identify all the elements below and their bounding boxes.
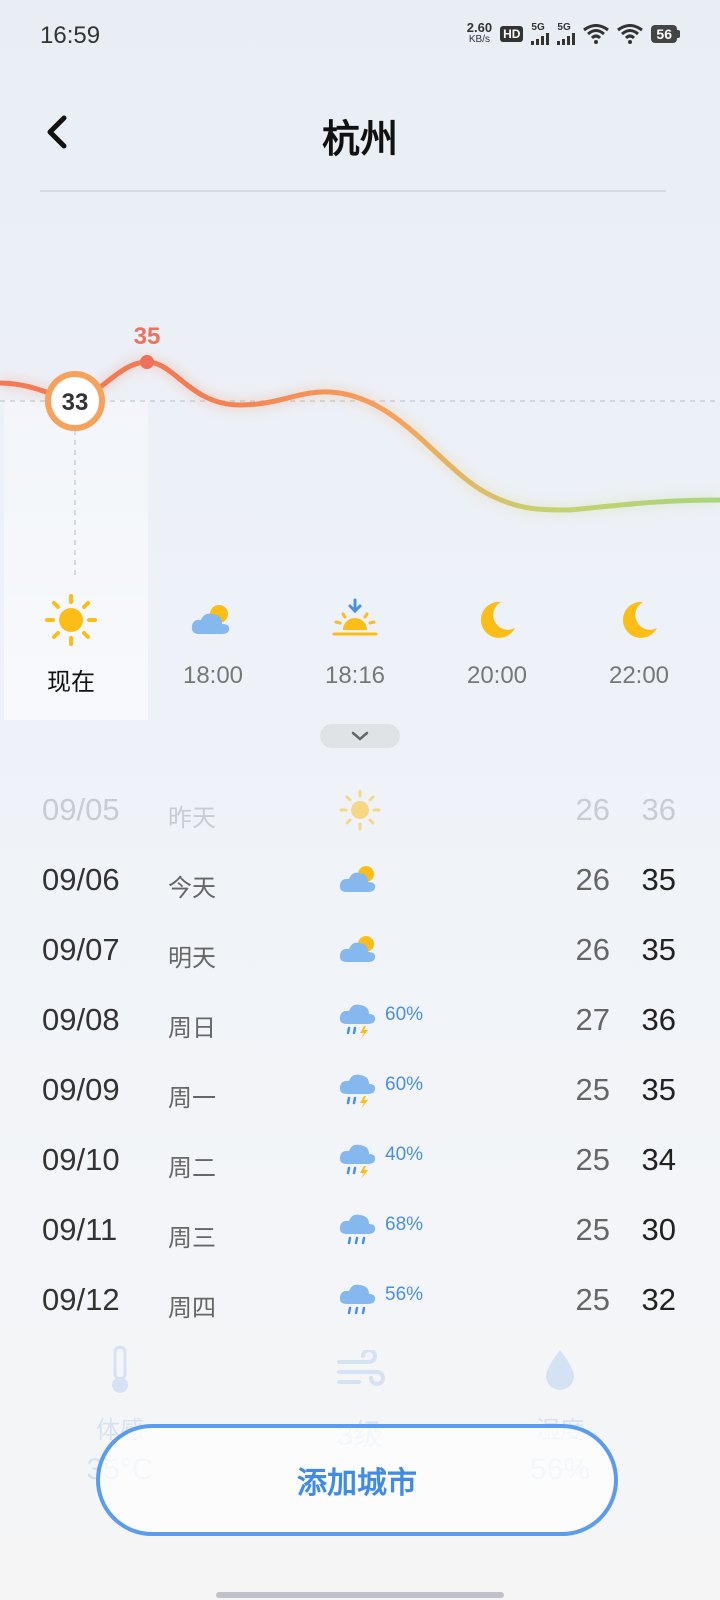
peak-temp-point [140,355,154,369]
day-high-temp: 35 [641,862,676,897]
day-name: 今天 [168,874,216,902]
precipitation-probability: 60% [385,1004,424,1025]
wind-icon [337,1350,385,1386]
precipitation-probability: 60% [385,1074,424,1095]
day-date: 09/10 [42,1142,120,1177]
hourly-time-label: 18:00 [182,662,244,689]
daily-row[interactable]: 09/06 今天 26 35 [0,846,720,916]
sun-icon [339,789,381,831]
day-name: 明天 [168,944,216,972]
daily-row[interactable]: 09/07 明天 26 35 [0,916,720,986]
hourly-item[interactable]: 20:00 [426,590,568,710]
network-speed: 2.60 KB/s [466,20,493,46]
day-name: 周三 [168,1224,216,1252]
moon-icon [480,601,515,638]
hourly-item-now[interactable]: 现在 [0,590,142,710]
thunderstorm-icon [339,1004,376,1039]
status-icons: 2.60 KB/s HD 5G 5G 56 [466,20,680,46]
day-low-temp: 26 [575,792,610,827]
sunset-icon [332,598,378,636]
day-high-temp: 36 [641,1002,676,1037]
day-date: 09/09 [42,1072,120,1107]
rain-icon [339,1214,376,1245]
hourly-forecast: 现在 18:00 18:16 20:00 22:00 [0,590,720,710]
daily-row[interactable]: 09/10 周二 40% 25 34 [0,1126,720,1196]
battery-level: 56 [651,25,677,43]
thunderstorm-icon [339,1074,376,1109]
header: 杭州 [0,100,720,190]
day-date: 09/12 [42,1282,120,1317]
precipitation-probability: 68% [385,1214,424,1235]
day-date: 09/07 [42,932,120,967]
thermometer-icon [112,1345,128,1393]
signal-icon-sim1: 5G [531,23,550,45]
add-city-button[interactable]: 添加城市 [96,1424,618,1536]
daily-row[interactable]: 09/11 周三 68% 25 30 [0,1196,720,1266]
day-date: 09/06 [42,862,120,897]
day-high-temp: 32 [641,1282,676,1317]
status-time: 16:59 [40,22,101,49]
daily-row[interactable]: 09/08 周日 60% 27 36 [0,986,720,1056]
hourly-item[interactable]: 22:00 [568,590,710,710]
daily-row-yesterday[interactable]: 09/05 昨天 26 36 [0,776,720,846]
network-speed-unit: KB/s [468,34,490,45]
day-date: 09/11 [42,1212,118,1247]
day-name: 周四 [168,1294,216,1322]
sun-icon [45,594,97,646]
day-high-temp: 34 [641,1142,676,1177]
moon-icon [622,601,657,638]
peak-temp-label: 35 [134,323,161,350]
day-high-temp: 35 [641,932,676,967]
humidity-icon [546,1350,574,1390]
precipitation-probability: 40% [385,1144,424,1165]
daily-forecast-list: 09/05 昨天 26 36 09/06 今天 26 35 09/07 明天 2… [0,776,720,1336]
precipitation-probability: 56% [385,1284,424,1305]
temperature-curve [0,359,720,513]
day-name: 周日 [168,1014,216,1042]
partly-cloudy-icon [339,936,376,962]
page-title: 杭州 [321,117,398,161]
wifi-icon-secondary [617,24,644,44]
day-low-temp: 25 [575,1072,610,1107]
rain-icon [339,1284,376,1315]
hourly-time-label: 22:00 [608,662,670,689]
header-divider [40,190,666,192]
day-date: 09/08 [42,1002,120,1037]
partly-cloudy-icon [191,605,230,634]
daily-row[interactable]: 09/12 周四 56% 25 32 [0,1266,720,1336]
day-high-temp: 36 [641,792,676,827]
day-name: 昨天 [168,804,216,832]
hourly-time-label: 18:16 [324,662,386,689]
day-low-temp: 27 [575,1002,610,1037]
hourly-item[interactable]: 18:00 [142,590,284,710]
day-low-temp: 25 [575,1212,610,1247]
partly-cloudy-icon [339,866,376,892]
day-high-temp: 35 [641,1072,676,1107]
wifi-icon [583,24,610,44]
chevron-down-icon [351,731,369,741]
hourly-time-label: 20:00 [466,662,528,689]
day-low-temp: 25 [575,1142,610,1177]
day-high-temp: 30 [641,1212,676,1247]
hd-icon: HD [500,26,524,42]
home-indicator[interactable] [216,1592,504,1598]
day-name: 周二 [168,1154,216,1182]
network-speed-value: 2.60 [466,20,493,35]
status-bar: 16:59 2.60 KB/s HD 5G 5G 56 [0,0,720,72]
battery-icon: 56 [651,25,680,43]
signal-icon-sim2: 5G [557,23,576,45]
daily-row[interactable]: 09/09 周一 60% 25 35 [0,1056,720,1126]
day-name: 周一 [168,1084,216,1112]
day-low-temp: 25 [575,1282,610,1317]
hourly-time-label: 现在 [47,668,95,696]
hourly-item[interactable]: 18:16 [284,590,426,710]
thunderstorm-icon [339,1144,376,1179]
current-temp-value: 33 [62,389,89,416]
day-low-temp: 26 [575,862,610,897]
hourly-temperature-chart: 35 33 [0,323,720,575]
day-low-temp: 26 [575,932,610,967]
day-date: 09/05 [42,792,120,827]
expand-forecast-button[interactable] [320,724,400,748]
